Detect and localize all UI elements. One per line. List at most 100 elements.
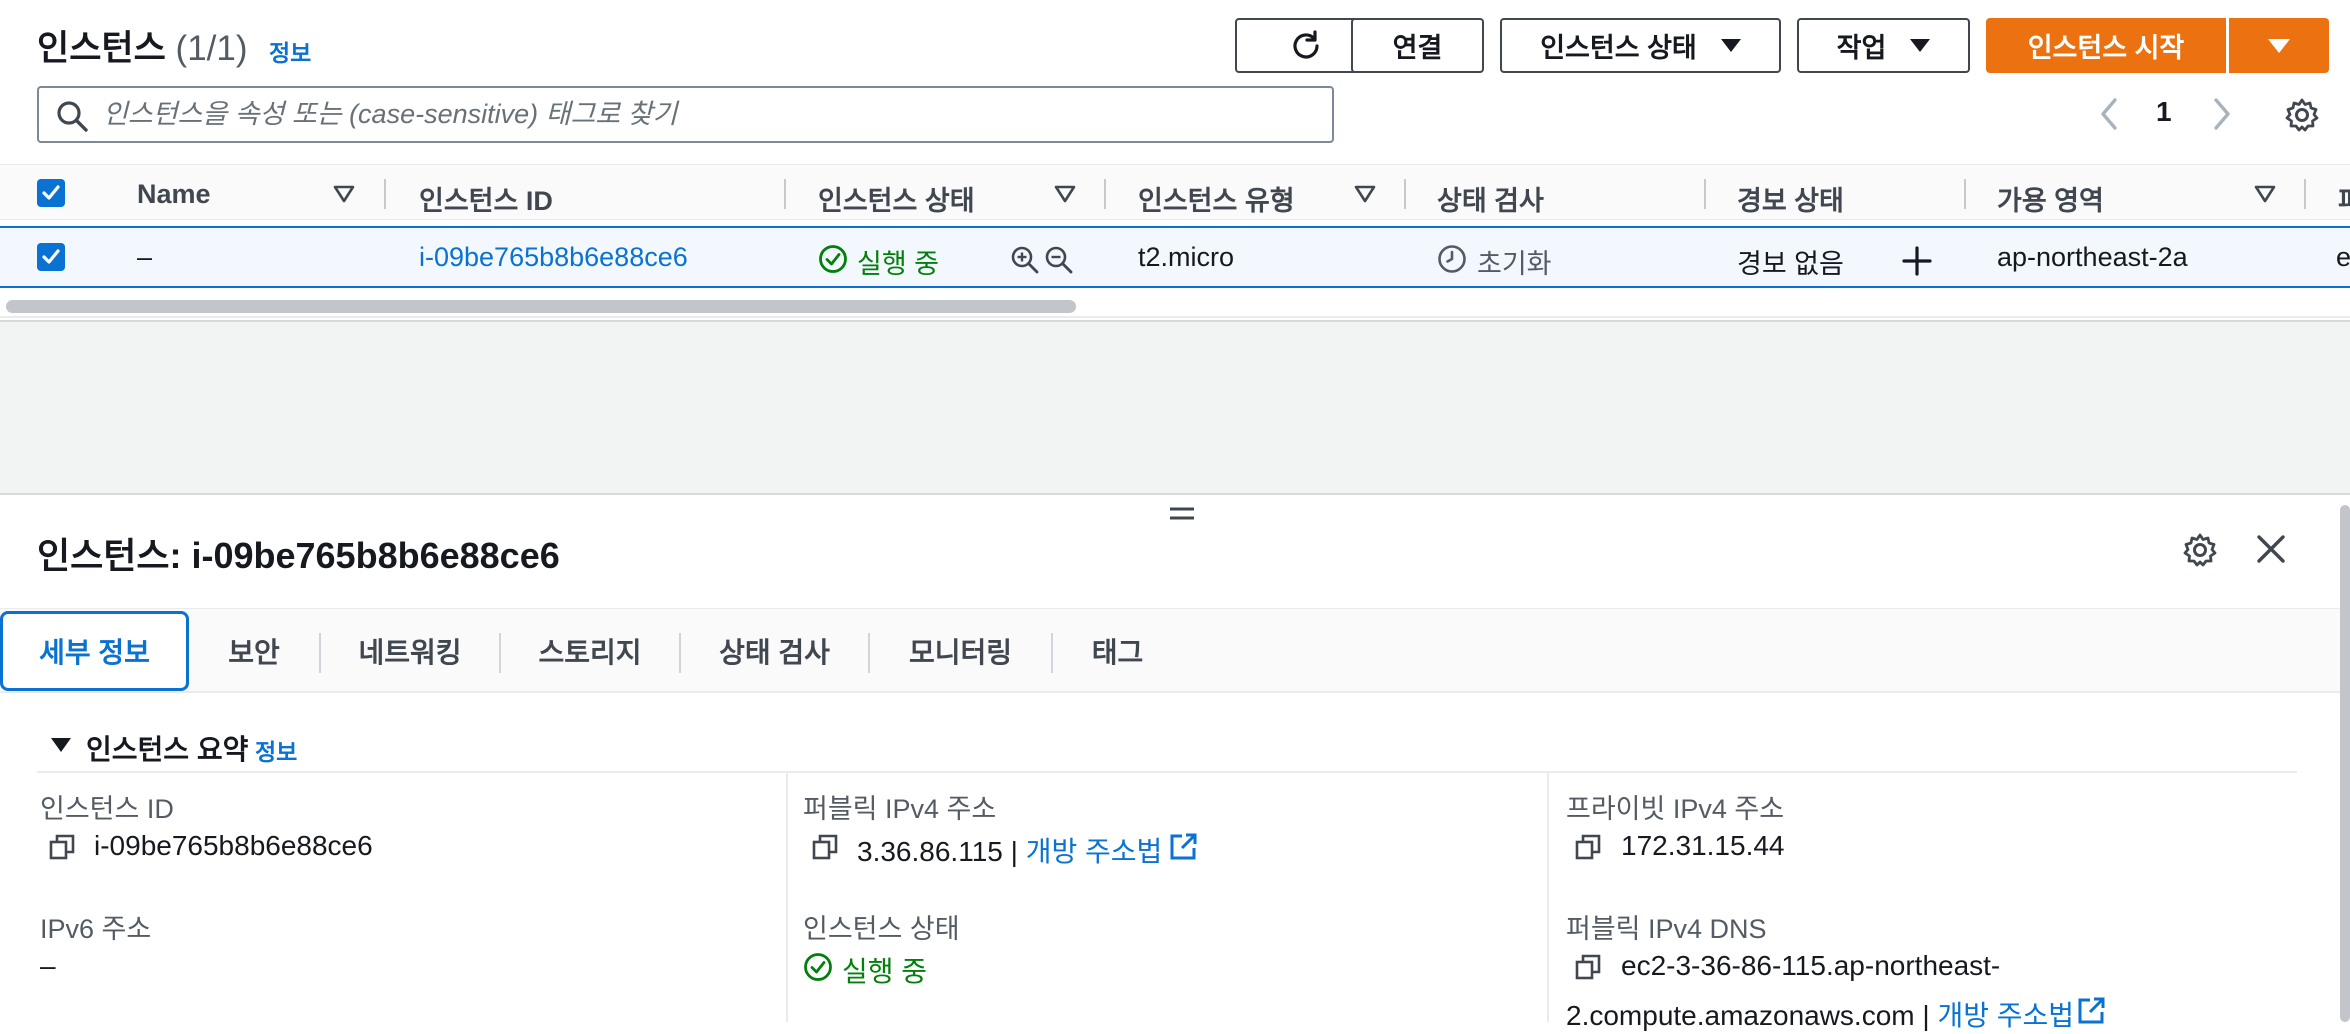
label-public-dns: 퍼블릭 IPv4 DNS: [1566, 914, 1767, 944]
value-ipv6: –: [40, 950, 56, 981]
public-dns-host: 2.compute.amazonaws.com: [1566, 1000, 1915, 1031]
drag-handle-icon[interactable]: [1168, 506, 1196, 522]
column-divider: [1547, 773, 1549, 1022]
sort-caret-icon[interactable]: [333, 185, 355, 203]
column-header-alarm-status[interactable]: 경보 상태: [1737, 179, 1844, 218]
gear-icon[interactable]: [2284, 97, 2320, 133]
caret-down-icon[interactable]: [50, 736, 72, 754]
zoom-in-icon[interactable]: [1010, 245, 1040, 275]
vertical-scrollbar[interactable]: [2340, 505, 2350, 1022]
copy-icon[interactable]: [1574, 953, 1602, 981]
column-header-availability-zone[interactable]: 가용 영역: [1997, 179, 2104, 218]
launch-instance-button[interactable]: 인스턴스 시작: [1986, 18, 2226, 73]
column-header-instance-type[interactable]: 인스턴스 유형: [1138, 179, 1295, 218]
sort-caret-icon[interactable]: [1354, 185, 1376, 203]
label-public-ipv4: 퍼블릭 IPv4 주소: [803, 794, 997, 824]
search-bar: [37, 86, 1334, 143]
label-instance-state: 인스턴스 상태: [803, 914, 960, 944]
column-resizer[interactable]: [784, 179, 786, 209]
column-header-instance-id[interactable]: 인스턴스 ID: [419, 179, 553, 218]
caret-down-icon: [1720, 39, 1741, 52]
close-icon[interactable]: [2254, 532, 2288, 566]
column-divider: [786, 773, 788, 1022]
label-instance-id: 인스턴스 ID: [40, 794, 174, 824]
cell-alarm-status: 경보 없음: [1737, 249, 1844, 279]
table-header: Name 인스턴스 ID 인스턴스 상태 인스턴스 유형 상태 검사 경보 상태…: [0, 164, 2350, 220]
chevron-right-icon[interactable]: [2210, 96, 2234, 132]
detail-title: 인스턴스: i-09be765b8b6e88ce6: [37, 535, 560, 576]
sort-caret-icon[interactable]: [2254, 185, 2276, 203]
page-number[interactable]: 1: [2156, 96, 2172, 128]
column-resizer[interactable]: [1104, 179, 1106, 209]
separator: |: [1010, 836, 1018, 867]
table-row[interactable]: – i-09be765b8b6e88ce6 실행 중 t2.micro 초기화 …: [0, 226, 2350, 288]
value-public-dns-line1: ec2-3-36-86-115.ap-northeast-: [1621, 950, 2001, 981]
caret-down-icon: [2268, 38, 2290, 53]
chevron-left-icon[interactable]: [2097, 96, 2121, 132]
info-link[interactable]: 정보: [255, 733, 297, 767]
value-public-dns-line2: 2.compute.amazonaws.com | 개방 주소법: [1566, 994, 2074, 1034]
cell-instance-state: 실행 중: [857, 249, 940, 279]
copy-icon[interactable]: [48, 833, 76, 861]
check-circle-icon: [819, 245, 847, 273]
column-resizer[interactable]: [1404, 179, 1406, 209]
plus-icon[interactable]: [1901, 245, 1933, 277]
tab-details[interactable]: 세부 정보: [0, 611, 189, 691]
open-address-link[interactable]: 개방 주소법: [1026, 836, 1163, 867]
horizontal-scrollbar-thumb[interactable]: [6, 300, 1076, 313]
section-title-instance-summary[interactable]: 인스턴스 요약: [86, 728, 248, 768]
column-resizer[interactable]: [2304, 179, 2306, 209]
actions-dropdown[interactable]: 작업: [1797, 18, 1970, 73]
info-link[interactable]: 정보: [269, 34, 311, 68]
caret-down-icon: [1910, 39, 1931, 52]
tab-storage[interactable]: 스토리지: [501, 609, 679, 692]
label-private-ipv4: 프라이빗 IPv4 주소: [1566, 794, 1785, 824]
section-divider: [37, 771, 2297, 773]
launch-instance-label: 인스턴스 시작: [2027, 33, 2185, 63]
column-resizer[interactable]: [1704, 179, 1706, 209]
cell-status-check: 초기화: [1477, 249, 1552, 279]
refresh-icon: [1292, 29, 1319, 59]
sort-caret-icon[interactable]: [1054, 185, 1076, 203]
cell-overflow: e: [2336, 242, 2350, 272]
value-instance-id: i-09be765b8b6e88ce6: [94, 830, 373, 861]
value-instance-state: 실행 중: [842, 956, 928, 987]
cell-instance-type: t2.micro: [1138, 242, 1235, 272]
checkmark-icon: [42, 249, 60, 264]
copy-icon[interactable]: [1574, 833, 1602, 861]
instance-state-dropdown[interactable]: 인스턴스 상태: [1500, 18, 1781, 73]
row-checkbox[interactable]: [37, 243, 65, 271]
separator: |: [1922, 1000, 1930, 1031]
zoom-out-icon[interactable]: [1044, 245, 1074, 275]
tab-status-checks[interactable]: 상태 검사: [681, 609, 868, 692]
cell-availability-zone: ap-northeast-2a: [1997, 242, 2188, 272]
tab-security[interactable]: 보안: [189, 609, 319, 692]
page-title-text: 인스턴스: [37, 29, 166, 68]
column-header-overflow[interactable]: 퍼: [2338, 179, 2350, 218]
tab-networking[interactable]: 네트워킹: [321, 609, 499, 692]
checkmark-icon: [42, 185, 60, 200]
copy-icon[interactable]: [811, 833, 839, 861]
cell-name: –: [137, 242, 153, 272]
detail-tabs: 세부 정보 보안 네트워킹 스토리지 상태 검사 모니터링 태그: [0, 608, 2350, 693]
launch-instance-dropdown[interactable]: [2229, 18, 2329, 73]
value-private-ipv4: 172.31.15.44: [1621, 830, 1785, 861]
select-all-checkbox[interactable]: [37, 179, 65, 207]
search-input[interactable]: [103, 88, 1323, 141]
tab-monitoring[interactable]: 모니터링: [870, 609, 1051, 692]
instance-state-label: 인스턴스 상태: [1540, 33, 1697, 63]
column-resizer[interactable]: [384, 179, 386, 209]
column-header-name[interactable]: Name: [137, 179, 211, 210]
check-circle-icon: [804, 953, 832, 981]
search-icon: [57, 101, 88, 132]
column-header-instance-state[interactable]: 인스턴스 상태: [818, 179, 975, 218]
connect-button[interactable]: 연결: [1351, 18, 1484, 73]
tab-tags[interactable]: 태그: [1053, 609, 1182, 692]
split-panel-gap: [0, 320, 2350, 495]
column-resizer[interactable]: [1964, 179, 1966, 209]
column-header-status-check[interactable]: 상태 검사: [1437, 179, 1544, 218]
external-link-icon[interactable]: [1168, 832, 1198, 862]
instance-id-link[interactable]: i-09be765b8b6e88ce6: [419, 242, 688, 273]
open-address-link[interactable]: 개방 주소법: [1937, 1000, 2074, 1031]
gear-icon[interactable]: [2182, 532, 2218, 568]
